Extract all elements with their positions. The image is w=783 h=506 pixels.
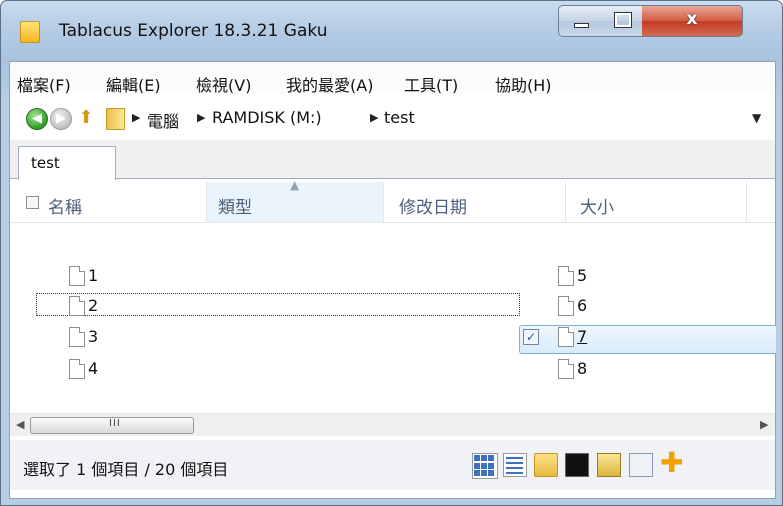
file-icon (558, 296, 574, 316)
minimize-icon (574, 23, 589, 28)
tab-test[interactable]: test (18, 146, 116, 180)
explorer-window: Tablacus Explorer 18.3.21 Gaku x 檔案(F) 編… (0, 0, 783, 506)
menu-bar: 檔案(F) 編輯(E) 檢視(V) 我的最愛(A) 工具(T) 協助(H) (10, 62, 775, 96)
back-icon[interactable]: ◀ (26, 108, 48, 130)
breadcrumb-ramdisk[interactable]: RAMDISK (M:) (212, 108, 322, 127)
scroll-left-icon[interactable]: ◀ (16, 418, 24, 431)
explorer-client: 檔案(F) 編輯(E) 檢視(V) 我的最愛(A) 工具(T) 協助(H) ◀ … (9, 61, 776, 499)
column-modified[interactable]: 修改日期 (384, 182, 565, 222)
scroll-thumb[interactable]: III (30, 417, 194, 434)
column-type[interactable]: ▲ 類型 (207, 178, 383, 222)
menu-file[interactable]: 檔案(F) (17, 72, 71, 96)
menu-view[interactable]: 檢視(V) (196, 72, 251, 96)
maximize-button[interactable] (602, 5, 643, 37)
file-icon (69, 327, 85, 347)
scroll-right-icon[interactable]: ▶ (760, 418, 768, 431)
forward-icon[interactable]: ▶ (50, 108, 72, 130)
file-icon (69, 359, 85, 379)
breadcrumb-arrow-icon[interactable]: ▶ (132, 111, 140, 124)
column-divider[interactable] (746, 182, 747, 222)
app-folder-icon (20, 21, 40, 43)
file-icon (558, 266, 574, 286)
file-icon (558, 359, 574, 379)
window-title: Tablacus Explorer 18.3.21 Gaku (59, 21, 328, 41)
item-checkbox[interactable]: ✓ (523, 329, 539, 345)
up-icon[interactable]: ⬆ (76, 107, 96, 129)
title-bar[interactable]: Tablacus Explorer 18.3.21 Gaku x (1, 1, 782, 61)
add-icon[interactable]: ✚ (660, 449, 683, 477)
menu-tools[interactable]: 工具(T) (404, 72, 458, 96)
file-icon (69, 266, 85, 286)
breadcrumb-arrow-icon[interactable]: ▶ (197, 111, 205, 124)
status-text: 選取了 1 個項目 / 20 個項目 (23, 460, 229, 479)
menu-help[interactable]: 協助(H) (495, 72, 552, 96)
status-bar: 選取了 1 個項目 / 20 個項目 ✚ (10, 440, 775, 490)
select-all-checkbox[interactable] (26, 196, 39, 209)
breadcrumb-arrow-icon[interactable]: ▶ (370, 111, 378, 124)
paste-shortcut-icon[interactable] (629, 453, 653, 477)
column-header: 名稱 ▲ 類型 修改日期 大小 (10, 178, 775, 223)
address-bar: ◀ ▶ ⬆ ▶ 電腦 ▶ RAMDISK (M:) ▶ test ▼ (10, 98, 775, 134)
menu-edit[interactable]: 編輯(E) (106, 72, 161, 96)
sort-ascending-icon: ▲ (290, 178, 300, 192)
details-view-icon[interactable] (503, 453, 527, 477)
new-folder-icon[interactable] (534, 453, 558, 477)
chevron-down-icon[interactable]: ▼ (752, 111, 761, 125)
tab-label: test (31, 154, 60, 172)
file-icon (69, 296, 85, 316)
breadcrumb-test[interactable]: test (384, 108, 415, 127)
large-icons-view-icon[interactable] (472, 453, 498, 479)
file-icon (558, 327, 574, 347)
column-name[interactable]: 名稱 (48, 182, 208, 222)
tab-strip: test (10, 140, 775, 180)
focus-rectangle (36, 293, 520, 316)
command-prompt-icon[interactable] (565, 453, 589, 477)
close-icon: x (686, 9, 698, 29)
maximize-icon (614, 12, 632, 28)
minimize-button[interactable] (558, 5, 603, 37)
breadcrumb-computer[interactable]: 電腦 (147, 108, 179, 132)
close-button[interactable]: x (642, 5, 743, 37)
horizontal-scrollbar[interactable]: ◀ III ▶ (10, 413, 775, 436)
properties-icon[interactable] (597, 453, 621, 477)
menu-favorites[interactable]: 我的最愛(A) (286, 72, 373, 96)
folder-icon[interactable] (106, 108, 125, 130)
column-size[interactable]: 大小 (566, 182, 746, 222)
